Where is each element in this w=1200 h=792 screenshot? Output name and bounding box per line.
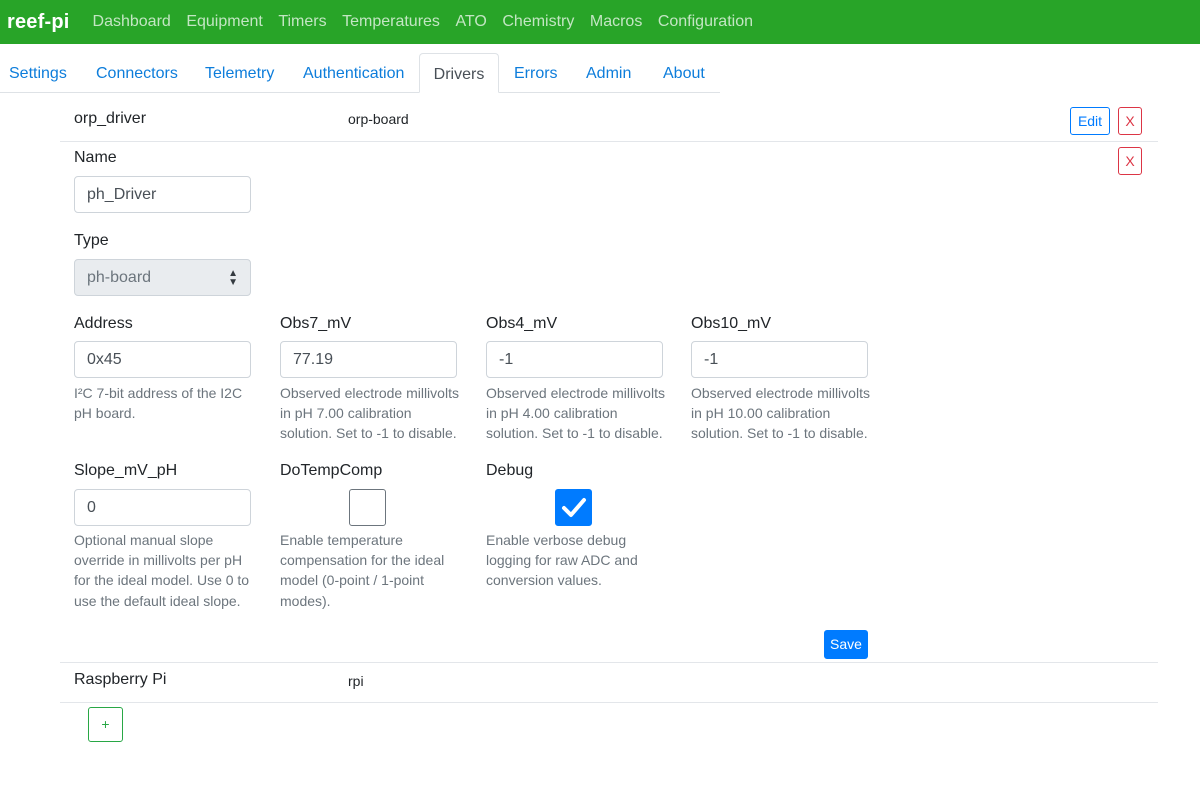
checkmark-icon xyxy=(562,498,586,517)
nav-dashboard[interactable]: Dashboard xyxy=(93,13,171,31)
address-help: I²C 7-bit address of the I2C pH board. xyxy=(74,385,243,422)
address-label: Address xyxy=(74,315,133,332)
tab-settings[interactable]: Settings xyxy=(9,53,67,93)
name-input[interactable]: ph_Driver xyxy=(74,176,251,213)
divider xyxy=(60,662,1158,663)
type-select[interactable]: ph-board ▲ ▼ xyxy=(74,259,251,296)
address-input[interactable]: 0x45 xyxy=(74,341,251,378)
obs4-label: Obs4_mV xyxy=(486,315,558,332)
obs10-help: Observed electrode millivolts in pH 10.00… xyxy=(691,385,870,442)
tab-errors[interactable]: Errors xyxy=(514,53,558,93)
tab-drivers[interactable]: Drivers xyxy=(419,53,499,93)
slope-label: Slope_mV_pH xyxy=(74,462,178,479)
add-driver-button[interactable]: + xyxy=(88,707,123,742)
divider xyxy=(60,141,1158,142)
delete-driver-button[interactable]: X xyxy=(1118,107,1142,135)
nav-macros[interactable]: Macros xyxy=(590,13,642,31)
dotempcomp-checkbox[interactable] xyxy=(349,489,386,526)
divider xyxy=(60,702,1158,703)
nav-ato[interactable]: ATO xyxy=(455,13,486,31)
dotempcomp-label: DoTempComp xyxy=(280,462,383,479)
edit-button[interactable]: Edit xyxy=(1070,107,1110,135)
nav-timers[interactable]: Timers xyxy=(278,13,326,31)
tab-about[interactable]: About xyxy=(663,53,705,93)
slope-input[interactable]: 0 xyxy=(74,489,251,526)
obs7-help: Observed electrode millivolts in pH 7.00 … xyxy=(280,385,459,442)
nav-equipment[interactable]: Equipment xyxy=(186,13,263,31)
obs7-input[interactable]: 77.19 xyxy=(280,341,457,378)
nav-chemistry[interactable]: Chemistry xyxy=(502,13,574,31)
obs4-help: Observed electrode millivolts in pH 4.00 … xyxy=(486,385,665,442)
obs10-input[interactable]: -1 xyxy=(691,341,868,378)
obs7-label: Obs7_mV xyxy=(280,315,352,332)
select-arrows-icon: ▲ ▼ xyxy=(228,267,238,288)
slope-help: Optional manual slope override in millivo… xyxy=(74,532,250,609)
obs10-label: Obs10_mV xyxy=(691,315,772,332)
debug-help: Enable verbose debug logging for raw ADC … xyxy=(486,532,638,589)
nav-configuration[interactable]: Configuration xyxy=(658,13,753,31)
type-select-value: ph-board xyxy=(87,269,152,286)
settings-tabs: Settings Connectors Telemetry Authentica… xyxy=(0,53,720,93)
tab-connectors[interactable]: Connectors xyxy=(96,53,178,93)
driver-type: orp-board xyxy=(348,111,409,127)
nav-temperatures[interactable]: Temperatures xyxy=(342,13,440,31)
top-navbar: reef-pi Dashboard Equipment Timers Tempe… xyxy=(0,0,1200,44)
name-label: Name xyxy=(74,149,117,166)
tab-telemetry[interactable]: Telemetry xyxy=(205,53,274,93)
dotempcomp-help: Enable temperature compensation for the i… xyxy=(280,532,445,609)
driver-name: Raspberry Pi xyxy=(74,671,167,688)
tab-admin[interactable]: Admin xyxy=(586,53,631,93)
brand-logo[interactable]: reef-pi xyxy=(7,11,70,34)
debug-checkbox[interactable] xyxy=(555,489,592,526)
driver-type: rpi xyxy=(348,673,364,689)
obs4-input[interactable]: -1 xyxy=(486,341,663,378)
save-button[interactable]: Save xyxy=(824,630,868,659)
debug-label: Debug xyxy=(486,462,534,479)
delete-form-button[interactable]: X xyxy=(1118,147,1142,175)
tab-authentication[interactable]: Authentication xyxy=(303,53,404,93)
driver-name: orp_driver xyxy=(74,110,147,127)
type-label: Type xyxy=(74,232,109,249)
